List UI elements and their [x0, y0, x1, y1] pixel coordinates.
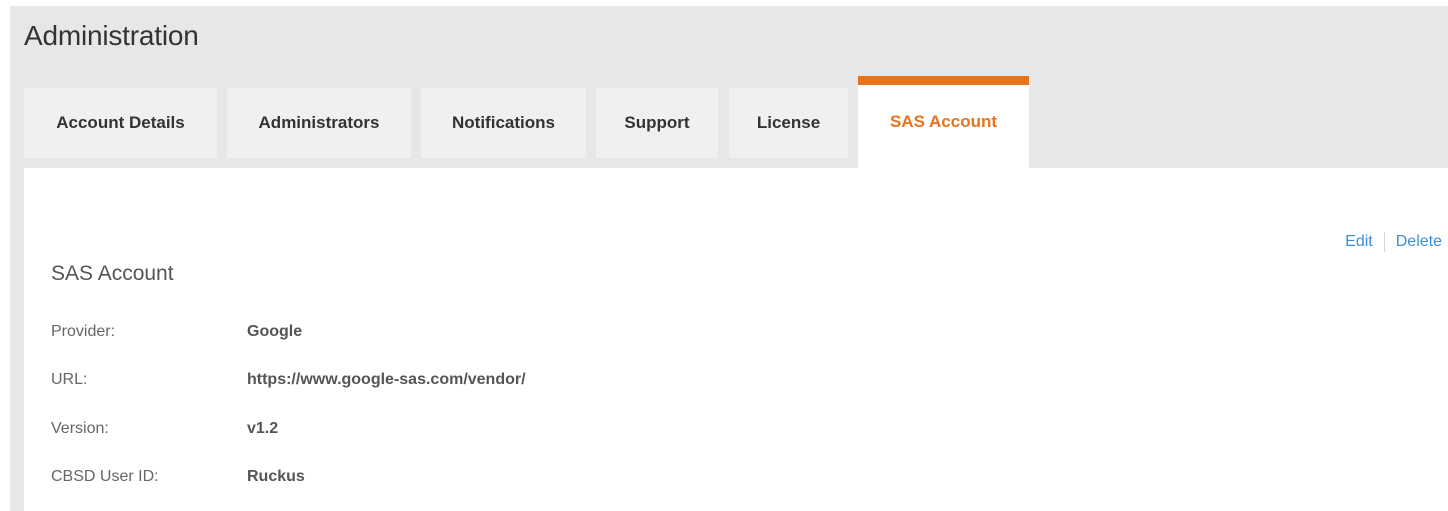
- version-row: Version: v1.2: [51, 420, 278, 438]
- tab-account-details[interactable]: Account Details: [24, 88, 217, 158]
- sas-account-panel: Edit Delete SAS Account Provider: Google…: [24, 168, 1448, 511]
- page-title: Administration: [24, 20, 199, 51]
- edit-link[interactable]: Edit: [1345, 233, 1373, 251]
- cbsd-user-id-label: CBSD User ID:: [51, 468, 159, 485]
- tab-license[interactable]: License: [729, 88, 848, 158]
- provider-row: Provider: Google: [51, 323, 302, 341]
- provider-label: Provider:: [51, 323, 116, 340]
- url-label: URL:: [51, 371, 88, 388]
- url-row: URL: https://www.google-sas.com/vendor/: [51, 371, 526, 389]
- provider-value: Google: [247, 323, 303, 340]
- tab-administrators[interactable]: Administrators: [227, 88, 411, 158]
- section-title: SAS Account: [51, 262, 174, 285]
- cbsd-user-id-value: Ruckus: [247, 468, 305, 485]
- panel-actions: Edit Delete: [1345, 232, 1442, 252]
- tab-support[interactable]: Support: [596, 88, 718, 158]
- cbsd-user-id-row: CBSD User ID: Ruckus: [51, 468, 305, 486]
- delete-link[interactable]: Delete: [1396, 233, 1442, 251]
- version-label: Version:: [51, 420, 109, 437]
- version-value: v1.2: [247, 420, 279, 437]
- administration-page: Administration Account Details Administr…: [10, 6, 1448, 511]
- url-value: https://www.google-sas.com/vendor/: [247, 371, 526, 388]
- action-divider: [1383, 232, 1385, 252]
- tab-sas-account[interactable]: SAS Account: [858, 76, 1029, 169]
- tab-notifications[interactable]: Notifications: [421, 88, 586, 158]
